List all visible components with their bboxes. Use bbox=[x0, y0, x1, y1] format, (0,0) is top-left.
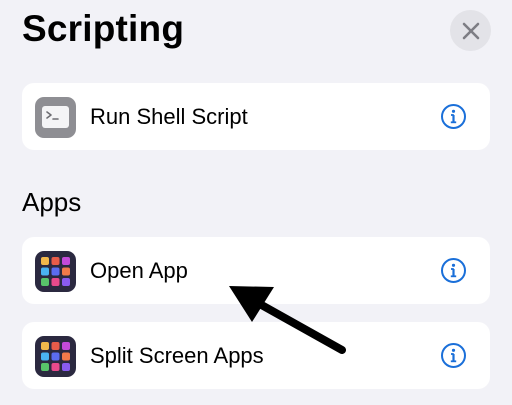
close-button[interactable] bbox=[450, 10, 491, 51]
action-open-app[interactable]: Open App bbox=[22, 237, 490, 304]
info-icon[interactable] bbox=[440, 103, 467, 130]
app-grid-icon bbox=[35, 336, 76, 377]
close-icon bbox=[462, 22, 479, 39]
action-split-screen-apps[interactable]: Split Screen Apps bbox=[22, 322, 490, 389]
action-label: Open App bbox=[90, 258, 188, 283]
action-run-shell-script[interactable]: Run Shell Script bbox=[22, 83, 490, 150]
page-title: Scripting bbox=[22, 8, 185, 49]
section-header-apps: Apps bbox=[22, 187, 82, 217]
app-grid-icon bbox=[35, 251, 76, 292]
info-icon[interactable] bbox=[440, 342, 467, 369]
terminal-icon bbox=[35, 97, 76, 138]
action-label: Split Screen Apps bbox=[90, 343, 264, 368]
info-icon[interactable] bbox=[440, 257, 467, 284]
scripting-sheet: Scripting Run Shell Script Apps Open App… bbox=[0, 0, 512, 405]
action-label: Run Shell Script bbox=[90, 104, 248, 129]
